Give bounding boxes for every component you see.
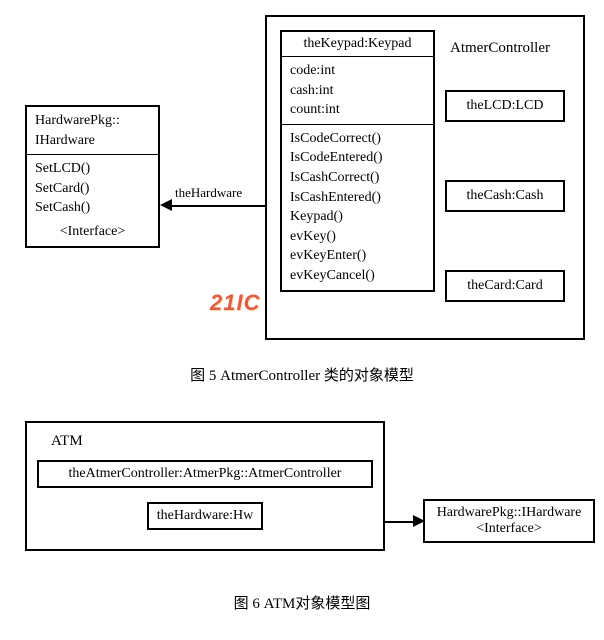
hardware-op: SetCash() [35,198,150,218]
keypad-ops-section: IsCodeCorrect() IsCodeEntered() IsCashCo… [282,125,433,290]
hardware-op: SetCard() [35,179,150,199]
atm-box: ATM theAtmerController:AtmerPkg::AtmerCo… [25,421,385,551]
hardware-interface-box: HardwarePkg:: IHardware SetLCD() SetCard… [25,105,160,248]
keypad-attr: code:int [290,61,425,81]
cash-part-box: theCash:Cash [445,180,565,212]
keypad-op: Keypad() [290,207,425,227]
keypad-op: IsCodeCorrect() [290,129,425,149]
association-arrowhead [160,199,172,211]
keypad-box: theKeypad:Keypad code:int cash:int count… [280,30,435,292]
atm-hardware-inner-box: theHardware:Hw [147,502,263,530]
keypad-op: evKeyEnter() [290,246,425,266]
lcd-part-box: theLCD:LCD [445,90,565,122]
keypad-op: IsCashEntered() [290,188,425,208]
fig6-arrow-line [385,521,415,523]
fig6-hardware-box: HardwarePkg::IHardware <Interface> [423,499,595,543]
hardware-title-section: HardwarePkg:: IHardware [27,107,158,155]
keypad-title: theKeypad:Keypad [282,32,433,57]
association-line [170,205,265,207]
controller-title: AtmerController [450,40,550,57]
figure-5-diagram: HardwarePkg:: IHardware SetLCD() SetCard… [10,10,594,350]
keypad-op: IsCodeEntered() [290,148,425,168]
keypad-attrs-section: code:int cash:int count:int [282,57,433,125]
atm-hardware-label: theHardware:Hw [157,508,253,523]
atm-controller-label: theAtmerController:AtmerPkg::AtmerContro… [69,466,342,481]
hardware-ops-section: SetLCD() SetCard() SetCash() <Interface> [27,155,158,245]
atm-title: ATM [51,433,373,450]
fig6-hardware-line1: HardwarePkg::IHardware [429,505,589,521]
keypad-attr: count:int [290,100,425,120]
keypad-op: IsCashCorrect() [290,168,425,188]
hardware-title-1: HardwarePkg:: [35,111,150,131]
keypad-op: evKeyCancel() [290,266,425,286]
hardware-title-2: IHardware [35,131,150,151]
keypad-op: evKey() [290,227,425,247]
fig6-hardware-line2: <Interface> [429,521,589,537]
lcd-part-label: theLCD:LCD [467,98,544,113]
cash-part-label: theCash:Cash [467,188,544,203]
card-part-box: theCard:Card [445,270,565,302]
watermark: 21IC [210,290,260,316]
keypad-attr: cash:int [290,81,425,101]
hardware-stereotype: <Interface> [35,222,150,242]
association-label: theHardware [175,185,242,201]
figure-5-caption: 图 5 AtmerController 类的对象模型 [10,358,594,391]
hardware-op: SetLCD() [35,159,150,179]
figure-6-diagram: ATM theAtmerController:AtmerPkg::AtmerCo… [10,421,594,566]
figure-6-caption: 图 6 ATM对象模型图 [10,586,594,619]
card-part-label: theCard:Card [467,278,542,293]
atm-controller-inner-box: theAtmerController:AtmerPkg::AtmerContro… [37,460,373,488]
